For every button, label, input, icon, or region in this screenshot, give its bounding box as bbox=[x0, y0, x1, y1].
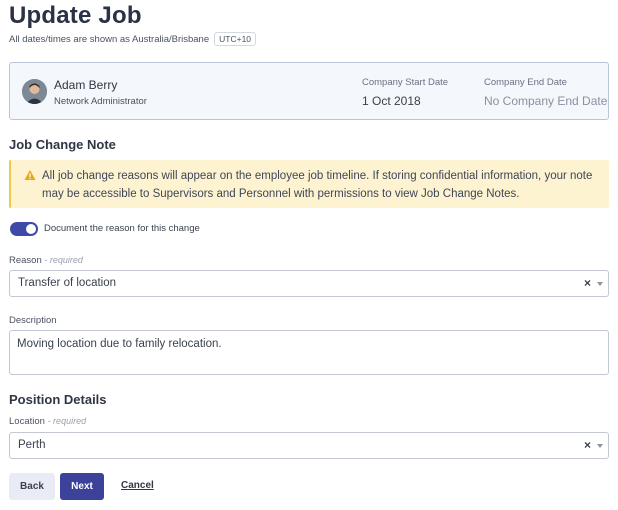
position-details-heading: Position Details bbox=[9, 392, 107, 407]
timezone-text: All dates/times are shown as Australia/B… bbox=[9, 33, 210, 45]
location-required: - required bbox=[47, 416, 87, 426]
reason-label: Reason - required bbox=[9, 255, 83, 266]
reason-label-text: Reason bbox=[9, 255, 42, 266]
toggle-label: Document the reason for this change bbox=[44, 223, 200, 234]
end-date-value: No Company End Date bbox=[484, 94, 608, 108]
location-label: Location - required bbox=[9, 416, 86, 427]
toggle-knob bbox=[26, 224, 36, 234]
job-change-heading: Job Change Note bbox=[9, 137, 116, 152]
warning-text: All job change reasons will appear on th… bbox=[42, 170, 593, 200]
employee-name: Adam Berry bbox=[54, 78, 118, 92]
employee-card: Adam Berry Network Administrator Company… bbox=[9, 62, 609, 120]
back-button[interactable]: Back bbox=[9, 473, 55, 500]
document-reason-toggle[interactable] bbox=[10, 222, 38, 236]
chevron-down-icon[interactable] bbox=[597, 282, 603, 286]
warning-banner: All job change reasons will appear on th… bbox=[9, 160, 609, 208]
description-label: Description bbox=[9, 315, 57, 326]
reason-select[interactable]: Transfer of location × bbox=[9, 270, 609, 297]
avatar bbox=[22, 79, 47, 104]
start-date-label: Company Start Date bbox=[362, 77, 449, 88]
cancel-link[interactable]: Cancel bbox=[121, 480, 154, 491]
location-value: Perth bbox=[18, 439, 46, 451]
start-date-value: 1 Oct 2018 bbox=[362, 94, 421, 108]
warning-icon bbox=[24, 170, 36, 180]
location-clear-icon[interactable]: × bbox=[584, 438, 591, 452]
timezone-note: All dates/times are shown as Australia/B… bbox=[9, 32, 257, 46]
next-button[interactable]: Next bbox=[60, 473, 104, 500]
end-date-label: Company End Date bbox=[484, 77, 567, 88]
timezone-badge: UTC+10 bbox=[214, 32, 257, 46]
reason-required: - required bbox=[44, 255, 83, 265]
reason-value: Transfer of location bbox=[18, 277, 117, 289]
reason-clear-icon[interactable]: × bbox=[584, 276, 591, 290]
chevron-down-icon[interactable] bbox=[597, 444, 603, 448]
page-title: Update Job bbox=[9, 2, 142, 29]
location-label-text: Location bbox=[9, 416, 45, 427]
employee-role: Network Administrator bbox=[54, 96, 147, 107]
location-select[interactable]: Perth × bbox=[9, 432, 609, 459]
description-textarea[interactable]: Moving location due to family relocation… bbox=[9, 330, 609, 375]
